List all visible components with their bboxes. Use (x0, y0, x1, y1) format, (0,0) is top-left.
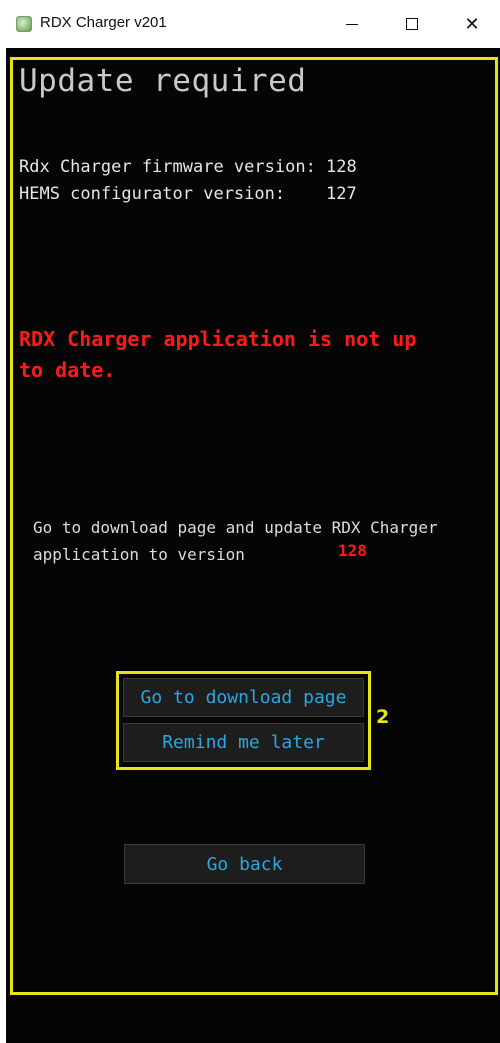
go-back-button[interactable]: Go back (124, 844, 365, 884)
maximize-icon (406, 18, 418, 30)
outdated-warning: RDX Charger application is not up to dat… (19, 327, 417, 382)
close-icon: ✕ (464, 13, 480, 35)
window-title: RDX Charger v201 (40, 14, 167, 31)
update-instruction: Go to download page and update RDX Charg… (33, 518, 438, 564)
page-title: Update required (19, 63, 307, 99)
app-icon (16, 16, 32, 32)
go-to-download-page-button[interactable]: Go to download page (123, 678, 364, 717)
firmware-version-text: Rdx Charger firmware version: 128 (19, 157, 357, 177)
minimize-button[interactable] (324, 0, 380, 48)
hems-version-text: HEMS configurator version: 127 (19, 184, 357, 204)
target-version: 128 (338, 541, 367, 560)
close-button[interactable]: ✕ (444, 0, 500, 48)
window-titlebar: RDX Charger v201 ✕ (0, 0, 500, 48)
minimize-icon (346, 23, 358, 25)
remind-me-later-button[interactable]: Remind me later (123, 723, 364, 762)
annotation-number: 2 (376, 706, 390, 728)
maximize-button[interactable] (384, 0, 440, 48)
